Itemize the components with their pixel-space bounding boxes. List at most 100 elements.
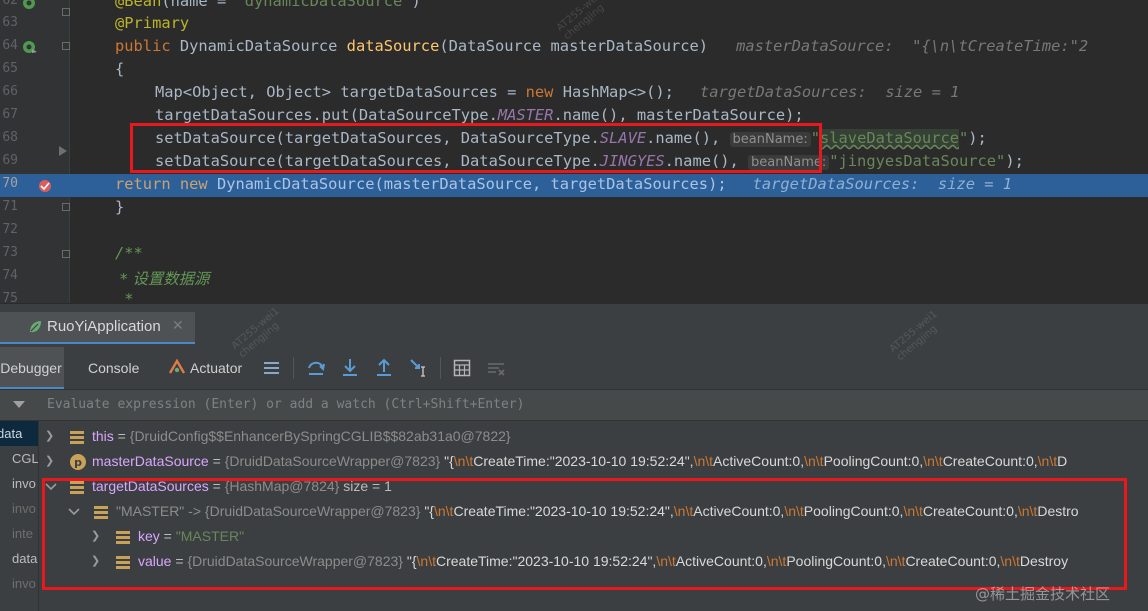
code-editor[interactable]: 62 @Bean(name = "dynamicDataSource") 63 … bbox=[0, 0, 1148, 303]
field-icon bbox=[70, 431, 84, 444]
code-text: Map<Object, Object> targetDataSources = bbox=[155, 83, 526, 101]
trace-icon[interactable] bbox=[487, 359, 505, 377]
variable-value: ActiveCount:0, bbox=[713, 453, 805, 469]
evaluate-expression-icon[interactable] bbox=[453, 359, 471, 377]
line-number: 72 bbox=[2, 222, 18, 237]
annotation: @Bean bbox=[115, 0, 162, 10]
run-config-tab[interactable]: RuoYiApplication ✕ bbox=[0, 312, 195, 344]
code-text: ) bbox=[411, 0, 421, 10]
fold-marker[interactable] bbox=[62, 203, 70, 211]
line-number: 73 bbox=[2, 245, 18, 260]
method-name: dataSource bbox=[346, 37, 440, 55]
code-line-66[interactable]: 66 Map<Object, Object> targetDataSources… bbox=[0, 82, 1148, 105]
code-line-75[interactable]: 75 * bbox=[0, 289, 1148, 303]
frame-label: invo bbox=[12, 576, 36, 591]
tab-actuator[interactable]: Actuator bbox=[168, 347, 242, 389]
code-text: ); bbox=[968, 129, 987, 147]
code-text: DynamicDataSource bbox=[170, 37, 347, 55]
code-line-71[interactable]: 71 } bbox=[0, 197, 1148, 220]
inline-debug-value: targetDataSources: size = 1 bbox=[752, 175, 1013, 193]
variable-value: "{ bbox=[440, 453, 454, 469]
line-number: 75 bbox=[2, 291, 18, 303]
frame-item[interactable]: data bbox=[0, 546, 38, 571]
run-config-name: RuoYiApplication bbox=[47, 318, 161, 335]
actuator-icon bbox=[168, 358, 186, 374]
fold-marker[interactable] bbox=[62, 8, 70, 16]
doc-comment: * bbox=[115, 290, 134, 303]
escape-sequence: \n\t bbox=[804, 453, 824, 469]
step-over-icon[interactable] bbox=[307, 358, 325, 378]
chevron-right-icon[interactable]: ❯ bbox=[45, 449, 54, 474]
equals-sign: = bbox=[113, 428, 130, 444]
keyword: public bbox=[115, 37, 171, 55]
code-text: ); bbox=[1005, 152, 1024, 170]
code-text: .name(), masterDataSource); bbox=[553, 106, 804, 124]
doc-comment: /** bbox=[115, 244, 143, 262]
folding-arrow-icon[interactable] bbox=[58, 145, 68, 157]
frame-label: CGL bbox=[12, 451, 38, 466]
equals-sign: = bbox=[208, 453, 225, 469]
enum-constant: MASTER bbox=[497, 106, 554, 124]
toolbar-separator bbox=[293, 357, 294, 379]
line-number: 62 bbox=[2, 0, 18, 8]
code-text: (name = bbox=[161, 0, 236, 10]
tab-label: Actuator bbox=[190, 360, 243, 376]
frame-item[interactable]: invo bbox=[0, 471, 38, 496]
frame-item[interactable]: invo bbox=[0, 571, 38, 596]
fold-marker[interactable] bbox=[62, 42, 70, 50]
frame-label: data bbox=[0, 426, 23, 441]
code-text: (DataSource masterDataSource) bbox=[439, 37, 709, 55]
step-out-icon[interactable] bbox=[375, 358, 393, 378]
frame-item[interactable]: data bbox=[0, 421, 38, 446]
highlight-box-setdatasource bbox=[130, 123, 822, 173]
toolbar-separator bbox=[440, 357, 441, 379]
tab-debugger[interactable]: Debugger bbox=[0, 347, 64, 389]
variable-value: PoolingCount:0, bbox=[823, 453, 924, 469]
debug-tool-window[interactable]: RuoYiApplication ✕ Debugger Console Actu… bbox=[0, 303, 1148, 611]
frame-item[interactable]: invo bbox=[0, 496, 38, 521]
frames-panel[interactable]: data CGL invo invo inte data invo bbox=[0, 421, 39, 611]
code-line-73[interactable]: 73 /** bbox=[0, 243, 1148, 266]
line-number: 70 bbox=[2, 176, 18, 191]
line-number: 71 bbox=[2, 199, 18, 214]
line-number: 63 bbox=[2, 15, 18, 30]
code-text: DynamicDataSource(masterDataSource, targ… bbox=[207, 175, 727, 193]
frame-label: invo bbox=[12, 501, 36, 516]
keyword: new bbox=[525, 83, 554, 101]
line-number: 66 bbox=[2, 84, 18, 99]
bean-icon[interactable] bbox=[22, 0, 36, 10]
evaluate-input[interactable]: Evaluate expression (Enter) or add a wat… bbox=[40, 390, 1148, 420]
escape-sequence: \n\t bbox=[693, 453, 714, 469]
breakpoint-icon[interactable] bbox=[38, 179, 52, 193]
frame-item[interactable]: CGL bbox=[0, 446, 38, 471]
tab-label: Debugger bbox=[0, 360, 62, 376]
code-line-74[interactable]: 74 * 设置数据源 bbox=[0, 266, 1148, 289]
fold-marker[interactable] bbox=[62, 250, 70, 258]
code-line-64[interactable]: 64 public DynamicDataSource dataSource(D… bbox=[0, 36, 1148, 59]
chevron-down-icon[interactable] bbox=[13, 401, 25, 409]
frame-item[interactable]: inte bbox=[0, 521, 38, 546]
line-number: 74 bbox=[2, 268, 18, 283]
site-watermark: @稀土掘金技术社区 bbox=[975, 585, 1111, 603]
escape-sequence: \n\t bbox=[923, 453, 943, 469]
variable-type: {DruidDataSourceWrapper@7823} bbox=[224, 453, 441, 469]
step-into-icon[interactable] bbox=[341, 358, 359, 378]
menu-icon[interactable] bbox=[263, 360, 280, 376]
variable-name: masterDataSource bbox=[92, 453, 209, 469]
variable-value: CreateCount:0, bbox=[942, 453, 1038, 469]
bean-method-icon[interactable] bbox=[22, 40, 38, 54]
close-tab-icon[interactable]: ✕ bbox=[172, 317, 184, 334]
code-line-72[interactable]: 72 bbox=[0, 220, 1148, 243]
string-literal: "dynamicDataSource" bbox=[235, 0, 412, 10]
code-text: targetDataSources.put(DataSourceType. bbox=[155, 106, 498, 124]
chevron-right-icon[interactable]: ❯ bbox=[45, 424, 54, 449]
evaluate-placeholder: Evaluate expression (Enter) or add a wat… bbox=[47, 397, 525, 412]
escape-sequence: \n\t bbox=[1037, 453, 1058, 469]
run-to-cursor-icon[interactable] bbox=[409, 358, 429, 378]
tab-console[interactable]: Console bbox=[88, 347, 139, 389]
evaluate-bar: Evaluate expression (Enter) or add a wat… bbox=[0, 390, 1148, 421]
debugger-toolbar: Debugger Console Actuator bbox=[0, 347, 1148, 390]
escape-sequence: \n\t bbox=[453, 453, 474, 469]
code-line-70-execution-point[interactable]: 70 return new DynamicDataSource(masterDa… bbox=[0, 174, 1148, 197]
code-line-65[interactable]: 65 { bbox=[0, 59, 1148, 82]
